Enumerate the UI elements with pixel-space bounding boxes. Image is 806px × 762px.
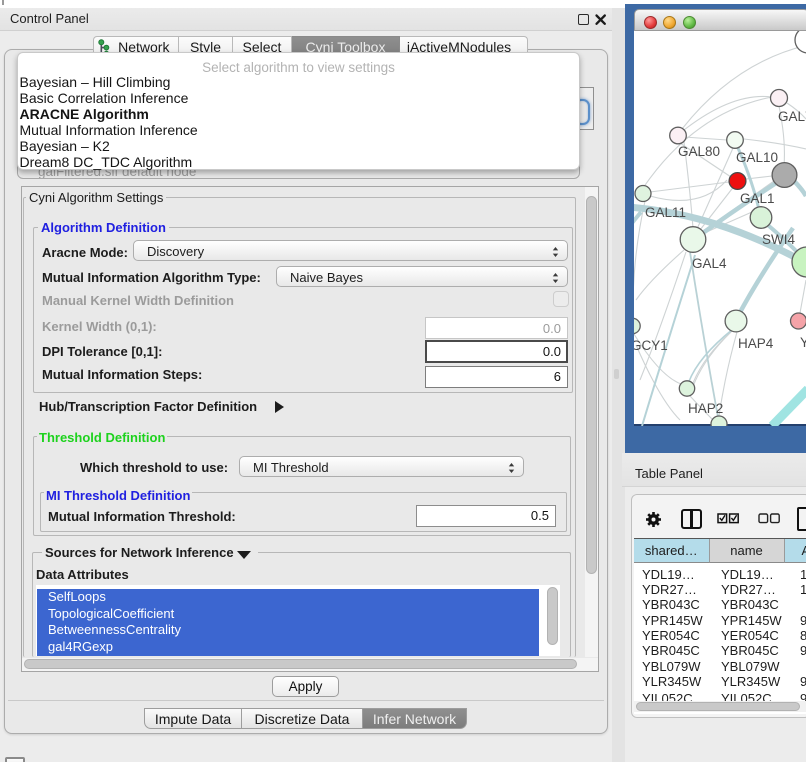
svg-text:GAL10: GAL10 [736,150,778,165]
svg-text:GCY1: GCY1 [634,338,668,353]
svg-text:GAL11: GAL11 [645,205,686,220]
svg-text:GAL80: GAL80 [678,144,720,159]
svg-text:GAL7: GAL7 [778,109,806,124]
svg-text:GAL1: GAL1 [740,191,775,206]
svg-text:GAL4: GAL4 [692,256,727,271]
svg-text:HAP4: HAP4 [738,336,774,351]
svg-text:YE: YE [800,335,806,350]
svg-text:HAP2: HAP2 [688,401,723,416]
svg-text:SWI4: SWI4 [762,232,795,247]
